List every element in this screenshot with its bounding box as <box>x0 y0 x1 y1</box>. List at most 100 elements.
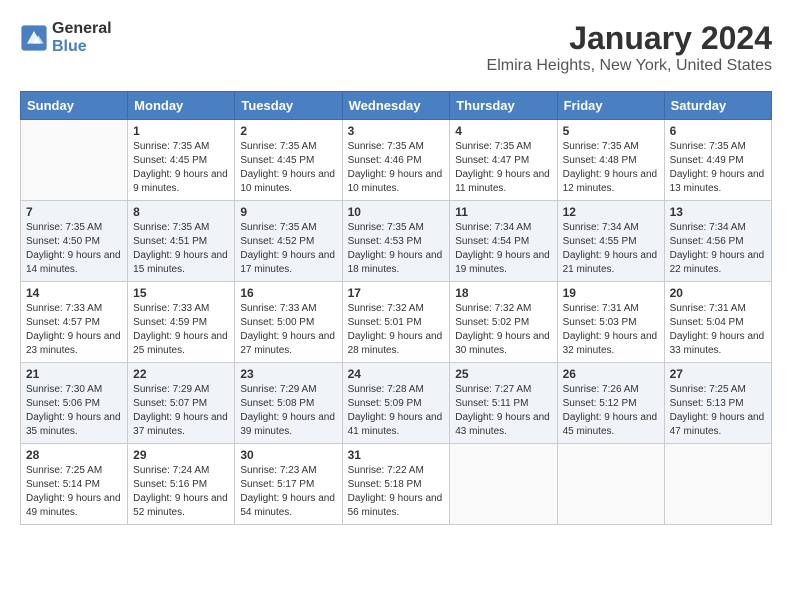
location-title: Elmira Heights, New York, United States <box>487 57 772 75</box>
calendar-cell: 31Sunrise: 7:22 AMSunset: 5:18 PMDayligh… <box>342 444 450 525</box>
day-info: Sunrise: 7:27 AMSunset: 5:11 PMDaylight:… <box>455 383 551 439</box>
calendar-cell: 11Sunrise: 7:34 AMSunset: 4:54 PMDayligh… <box>450 201 557 282</box>
calendar-cell: 9 Sunrise: 7:35 AMSunset: 4:52 PMDaylight… <box>235 201 342 282</box>
header-friday: Friday <box>557 92 664 120</box>
calendar-cell: 21 Sunrise: 7:30 AMSunset: 5:06 PMDayligh… <box>21 363 128 444</box>
day-number: 16 <box>240 286 336 300</box>
day-number: 15 <box>133 286 229 300</box>
day-info: Sunrise: 7:35 AMSunset: 4:49 PMDaylight:… <box>670 140 766 196</box>
calendar-cell: 2 Sunrise: 7:35 AMSunset: 4:45 PMDaylight… <box>235 120 342 201</box>
calendar-cell: 25 Sunrise: 7:27 AMSunset: 5:11 PMDayligh… <box>450 363 557 444</box>
day-number: 27 <box>670 367 766 381</box>
day-number: 9 <box>240 205 336 219</box>
day-info: Sunrise: 7:33 AMSunset: 4:57 PMDaylight:… <box>26 302 122 358</box>
calendar-cell: 10 Sunrise: 7:35 AMSunset: 4:53 PMDayligh… <box>342 201 450 282</box>
calendar-cell: 23Sunrise: 7:29 AMSunset: 5:08 PMDayligh… <box>235 363 342 444</box>
calendar-cell: 5Sunrise: 7:35 AMSunset: 4:48 PMDaylight… <box>557 120 664 201</box>
calendar-cell: 3 Sunrise: 7:35 AMSunset: 4:46 PMDaylight… <box>342 120 450 201</box>
day-number: 25 <box>455 367 551 381</box>
day-number: 22 <box>133 367 229 381</box>
day-number: 29 <box>133 448 229 462</box>
day-info: Sunrise: 7:35 AMSunset: 4:52 PMDaylight:… <box>240 221 336 277</box>
day-info: Sunrise: 7:35 AMSunset: 4:48 PMDaylight:… <box>563 140 659 196</box>
day-info: Sunrise: 7:33 AMSunset: 5:00 PMDaylight:… <box>240 302 336 358</box>
day-info: Sunrise: 7:35 AMSunset: 4:53 PMDaylight:… <box>348 221 445 277</box>
calendar-cell: 18 Sunrise: 7:32 AMSunset: 5:02 PMDayligh… <box>450 282 557 363</box>
calendar-cell: 28 Sunrise: 7:25 AMSunset: 5:14 PMDayligh… <box>21 444 128 525</box>
day-info: Sunrise: 7:22 AMSunset: 5:18 PMDaylight:… <box>348 464 445 520</box>
day-info: Sunrise: 7:28 AMSunset: 5:09 PMDaylight:… <box>348 383 445 439</box>
header-monday: Monday <box>128 92 235 120</box>
day-number: 26 <box>563 367 659 381</box>
day-info: Sunrise: 7:30 AMSunset: 5:06 PMDaylight:… <box>26 383 122 439</box>
day-number: 20 <box>670 286 766 300</box>
header-tuesday: Tuesday <box>235 92 342 120</box>
page-header: General Blue January 2024 Elmira Heights… <box>20 20 772 75</box>
calendar-cell: 16 Sunrise: 7:33 AMSunset: 5:00 PMDayligh… <box>235 282 342 363</box>
day-info: Sunrise: 7:25 AMSunset: 5:13 PMDaylight:… <box>670 383 766 439</box>
day-number: 21 <box>26 367 122 381</box>
calendar-cell: 13 Sunrise: 7:34 AMSunset: 4:56 PMDayligh… <box>664 201 771 282</box>
calendar-cell: 17 Sunrise: 7:32 AMSunset: 5:01 PMDayligh… <box>342 282 450 363</box>
day-info: Sunrise: 7:34 AMSunset: 4:56 PMDaylight:… <box>670 221 766 277</box>
calendar-cell: 30 Sunrise: 7:23 AMSunset: 5:17 PMDayligh… <box>235 444 342 525</box>
calendar-cell: 8Sunrise: 7:35 AMSunset: 4:51 PMDaylight… <box>128 201 235 282</box>
calendar-cell <box>557 444 664 525</box>
calendar-cell: 4 Sunrise: 7:35 AMSunset: 4:47 PMDaylight… <box>450 120 557 201</box>
day-info: Sunrise: 7:34 AMSunset: 4:55 PMDaylight:… <box>563 221 659 277</box>
day-number: 10 <box>348 205 445 219</box>
day-info: Sunrise: 7:32 AMSunset: 5:02 PMDaylight:… <box>455 302 551 358</box>
day-info: Sunrise: 7:29 AMSunset: 5:08 PMDaylight:… <box>240 383 336 439</box>
day-number: 2 <box>240 124 336 138</box>
day-number: 12 <box>563 205 659 219</box>
calendar-cell: 19 Sunrise: 7:31 AMSunset: 5:03 PMDayligh… <box>557 282 664 363</box>
day-info: Sunrise: 7:25 AMSunset: 5:14 PMDaylight:… <box>26 464 122 520</box>
calendar-cell: 15Sunrise: 7:33 AMSunset: 4:59 PMDayligh… <box>128 282 235 363</box>
header-thursday: Thursday <box>450 92 557 120</box>
calendar-cell: 14 Sunrise: 7:33 AMSunset: 4:57 PMDayligh… <box>21 282 128 363</box>
calendar-week-4: 21 Sunrise: 7:30 AMSunset: 5:06 PMDayligh… <box>21 363 772 444</box>
day-number: 28 <box>26 448 122 462</box>
calendar-cell: 6 Sunrise: 7:35 AMSunset: 4:49 PMDaylight… <box>664 120 771 201</box>
calendar-week-1: 1Sunrise: 7:35 AMSunset: 4:45 PMDaylight… <box>21 120 772 201</box>
day-info: Sunrise: 7:35 AMSunset: 4:46 PMDaylight:… <box>348 140 445 196</box>
month-title: January 2024 <box>487 20 772 57</box>
calendar-week-3: 14 Sunrise: 7:33 AMSunset: 4:57 PMDayligh… <box>21 282 772 363</box>
day-number: 17 <box>348 286 445 300</box>
day-info: Sunrise: 7:26 AMSunset: 5:12 PMDaylight:… <box>563 383 659 439</box>
calendar-week-5: 28 Sunrise: 7:25 AMSunset: 5:14 PMDayligh… <box>21 444 772 525</box>
day-info: Sunrise: 7:35 AMSunset: 4:45 PMDaylight:… <box>240 140 336 196</box>
calendar-table: SundayMondayTuesdayWednesdayThursdayFrid… <box>20 91 772 525</box>
day-info: Sunrise: 7:35 AMSunset: 4:50 PMDaylight:… <box>26 221 122 277</box>
day-info: Sunrise: 7:34 AMSunset: 4:54 PMDaylight:… <box>455 221 551 277</box>
title-section: January 2024 Elmira Heights, New York, U… <box>487 20 772 75</box>
day-number: 6 <box>670 124 766 138</box>
day-number: 19 <box>563 286 659 300</box>
day-number: 14 <box>26 286 122 300</box>
calendar-cell: 27 Sunrise: 7:25 AMSunset: 5:13 PMDayligh… <box>664 363 771 444</box>
calendar-cell: 12 Sunrise: 7:34 AMSunset: 4:55 PMDayligh… <box>557 201 664 282</box>
day-number: 18 <box>455 286 551 300</box>
calendar-cell: 26 Sunrise: 7:26 AMSunset: 5:12 PMDayligh… <box>557 363 664 444</box>
calendar-cell <box>21 120 128 201</box>
day-number: 13 <box>670 205 766 219</box>
day-number: 8 <box>133 205 229 219</box>
day-info: Sunrise: 7:31 AMSunset: 5:03 PMDaylight:… <box>563 302 659 358</box>
calendar-cell <box>664 444 771 525</box>
day-number: 24 <box>348 367 445 381</box>
day-info: Sunrise: 7:24 AMSunset: 5:16 PMDaylight:… <box>133 464 229 520</box>
calendar-cell <box>450 444 557 525</box>
day-number: 30 <box>240 448 336 462</box>
day-info: Sunrise: 7:32 AMSunset: 5:01 PMDaylight:… <box>348 302 445 358</box>
calendar-cell: 29 Sunrise: 7:24 AMSunset: 5:16 PMDayligh… <box>128 444 235 525</box>
day-number: 4 <box>455 124 551 138</box>
logo: General Blue <box>20 20 112 56</box>
day-number: 3 <box>348 124 445 138</box>
calendar-cell: 24 Sunrise: 7:28 AMSunset: 5:09 PMDayligh… <box>342 363 450 444</box>
day-info: Sunrise: 7:35 AMSunset: 4:47 PMDaylight:… <box>455 140 551 196</box>
calendar-cell: 7 Sunrise: 7:35 AMSunset: 4:50 PMDaylight… <box>21 201 128 282</box>
header-saturday: Saturday <box>664 92 771 120</box>
day-number: 7 <box>26 205 122 219</box>
day-info: Sunrise: 7:23 AMSunset: 5:17 PMDaylight:… <box>240 464 336 520</box>
calendar-header-row: SundayMondayTuesdayWednesdayThursdayFrid… <box>21 92 772 120</box>
